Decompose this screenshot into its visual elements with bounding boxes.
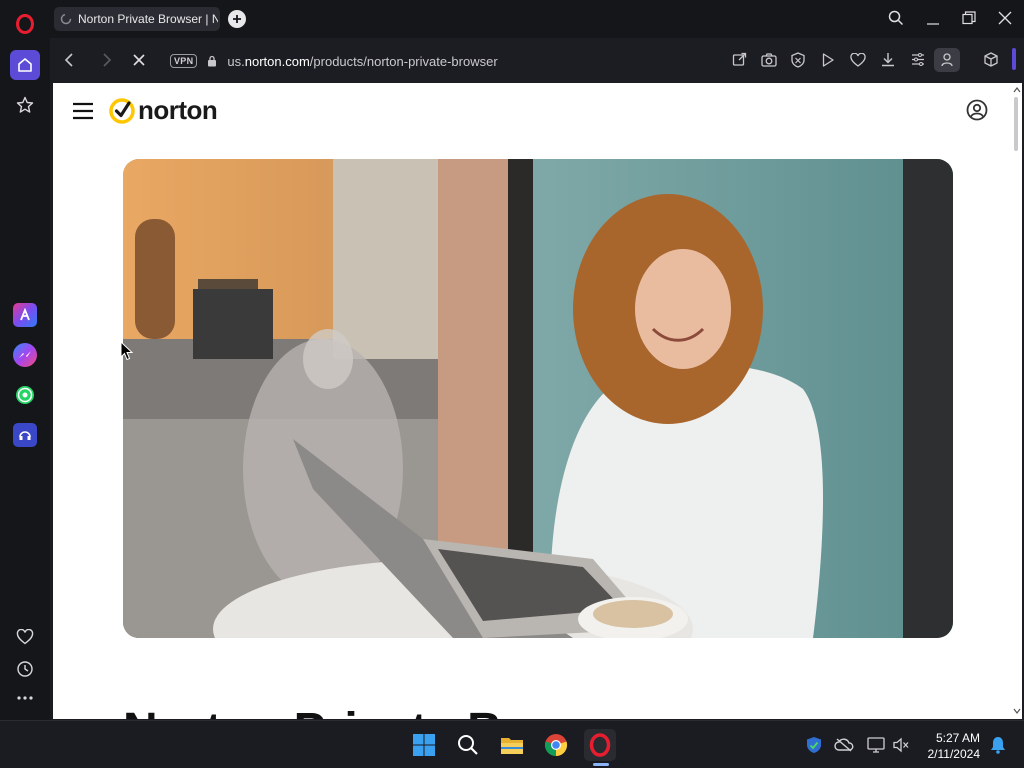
snapshot-camera-icon[interactable] — [761, 52, 777, 72]
taskbar-search-icon[interactable] — [452, 729, 484, 761]
tab-norton-private-browser[interactable]: Norton Private Browser | N — [54, 7, 220, 31]
stop-loading-icon[interactable] — [132, 53, 146, 72]
sidebar-accent-bar — [1012, 48, 1016, 70]
account-icon[interactable] — [966, 99, 988, 126]
chrome-icon[interactable] — [540, 729, 572, 761]
speed-dial-star-icon[interactable] — [10, 90, 40, 120]
navigation-toolbar: VPN us.norton.com/products/norton-privat… — [50, 40, 1024, 80]
history-clock-icon[interactable] — [10, 654, 40, 684]
more-options-icon[interactable] — [10, 683, 40, 713]
downloads-icon[interactable] — [881, 52, 895, 72]
norton-wordmark: norton — [138, 95, 218, 125]
forward-icon[interactable] — [102, 53, 112, 72]
file-explorer-icon[interactable] — [496, 729, 528, 761]
notification-bell-icon[interactable] — [982, 729, 1014, 761]
url-text: us.norton.com/products/norton-private-br… — [227, 53, 498, 69]
home-icon[interactable] — [10, 50, 40, 80]
music-player-icon[interactable] — [10, 420, 40, 450]
aria-ai-icon[interactable] — [10, 300, 40, 330]
web-page: norton — [53, 83, 1011, 719]
onedrive-cloud-icon[interactable] — [828, 729, 860, 761]
browser-window: Norton Private Browser | N VPN us.norton… — [0, 0, 1024, 720]
ad-blocker-shield-icon[interactable] — [791, 52, 805, 73]
easy-setup-icon[interactable] — [911, 53, 925, 71]
opera-sidebar — [0, 0, 50, 720]
new-tab-plus-icon[interactable] — [228, 10, 246, 28]
mouse-cursor-icon — [120, 341, 134, 361]
hero-image — [123, 159, 953, 638]
norton-logo[interactable]: norton — [108, 95, 218, 126]
opera-menu-icon[interactable] — [10, 9, 40, 39]
messenger-icon[interactable] — [10, 340, 40, 370]
share-icon[interactable] — [732, 52, 747, 72]
bookmarks-heart-icon[interactable] — [10, 622, 40, 652]
scroll-down-icon[interactable] — [1013, 708, 1021, 714]
restore-icon[interactable] — [962, 11, 976, 30]
tab-title: Norton Private Browser | N — [78, 12, 218, 26]
norton-checkmark-icon — [109, 97, 135, 124]
back-icon[interactable] — [64, 53, 74, 72]
defender-shield-icon[interactable] — [798, 729, 830, 761]
player-play-icon[interactable] — [822, 53, 834, 72]
tab-strip: Norton Private Browser | N — [50, 0, 1024, 38]
profile-icon[interactable] — [934, 48, 960, 72]
clock-date: 2/11/2024 — [927, 747, 981, 761]
loading-spinner-icon — [60, 13, 72, 25]
windows-start-icon[interactable] — [408, 729, 440, 761]
vpn-badge[interactable]: VPN — [170, 54, 198, 68]
lock-icon[interactable] — [207, 55, 217, 67]
system-clock[interactable]: 5:27 AM 2/11/2024 — [928, 730, 981, 762]
scroll-up-icon[interactable] — [1013, 87, 1021, 93]
hamburger-menu-icon[interactable] — [73, 102, 93, 125]
volume-muted-icon[interactable] — [885, 729, 917, 761]
address-bar[interactable]: VPN us.norton.com/products/norton-privat… — [170, 50, 650, 72]
scrollbar-thumb[interactable] — [1014, 97, 1018, 151]
page-heading: Norton Private B — [123, 703, 502, 719]
whatsapp-icon[interactable] — [10, 380, 40, 410]
extensions-cube-icon[interactable] — [984, 52, 998, 72]
windows-taskbar: 5:27 AM 2/11/2024 — [0, 720, 1024, 768]
clock-time: 5:27 AM — [935, 731, 980, 745]
active-app-indicator — [593, 763, 609, 766]
my-flow-heart-icon[interactable] — [850, 52, 866, 72]
close-window-icon[interactable] — [998, 11, 1012, 30]
opera-taskbar-icon[interactable] — [584, 729, 616, 761]
minimize-icon[interactable] — [926, 10, 940, 31]
tab-search-icon[interactable] — [888, 10, 904, 31]
page-scrollbar[interactable] — [1011, 83, 1022, 719]
